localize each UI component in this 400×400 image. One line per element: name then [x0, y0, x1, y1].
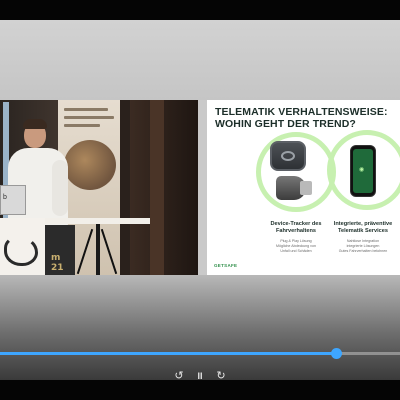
speaker-camera-feed: b m 21 [0, 100, 198, 275]
speaker-arm [52, 160, 68, 216]
podium-logo [4, 236, 38, 266]
podium [0, 218, 45, 275]
video-letterbox-top [0, 20, 400, 100]
column-right-heading-line: Telematik Services [338, 228, 388, 234]
curtain [150, 100, 164, 275]
slide-title-line-2: WOHIN GEHT DER TREND? [215, 118, 356, 130]
bottom-black-bar [0, 380, 400, 400]
device-logo [281, 151, 295, 161]
column-right-text: Nahtlose Integration integrierte Lösunge… [326, 239, 400, 254]
podium-side: m 21 [45, 225, 75, 275]
table [40, 218, 150, 224]
speaker-hair [23, 119, 47, 129]
column-left-heading-line: Device-Tracker des [270, 221, 322, 227]
laptop: b [0, 185, 26, 215]
progress-scrubber-handle[interactable] [330, 348, 342, 359]
progress-bar-played [0, 352, 336, 355]
poster-line [64, 116, 114, 119]
background-dark [130, 100, 198, 275]
slide-title-line-1: TELEMATIK VERHALTENSWEISE: [215, 106, 388, 118]
telematics-device-image [270, 141, 306, 171]
phone-app-logo: ◉ [359, 167, 365, 173]
obd-plug-tip [300, 181, 312, 195]
column-right-heading-line: Integrierte, präventive [333, 221, 393, 227]
poster-image [64, 140, 116, 190]
video-letterbox-bottom [0, 275, 400, 380]
slide-brand-logo: GETSAFE [214, 263, 238, 268]
phone-screen: ◉ [353, 149, 373, 193]
top-black-bar [0, 0, 400, 20]
table-leg [96, 224, 100, 275]
column-right-text-line: Gutes Fahrverhalten belohnen [338, 249, 388, 253]
column-right-heading: Integrierte, präventive Telematik Servic… [326, 221, 400, 235]
column-left-heading: Device-Tracker des Fahrverhaltens [258, 221, 334, 235]
poster-line [64, 124, 100, 127]
slide-title: TELEMATIK VERHALTENSWEISE: WOHIN GEHT DE… [215, 106, 395, 130]
poster-line [64, 108, 108, 111]
podium-badge-text: m 21 [51, 253, 64, 273]
column-left-heading-line: Fahrverhaltens [275, 228, 317, 234]
laptop-label: b [3, 194, 7, 201]
column-left-text-line: Unfall und Schäden [280, 249, 312, 253]
column-left-text: Plug & Play Lösung Mögliche Abdeckung vo… [258, 239, 334, 254]
smartphone-image: ◉ [350, 145, 376, 197]
